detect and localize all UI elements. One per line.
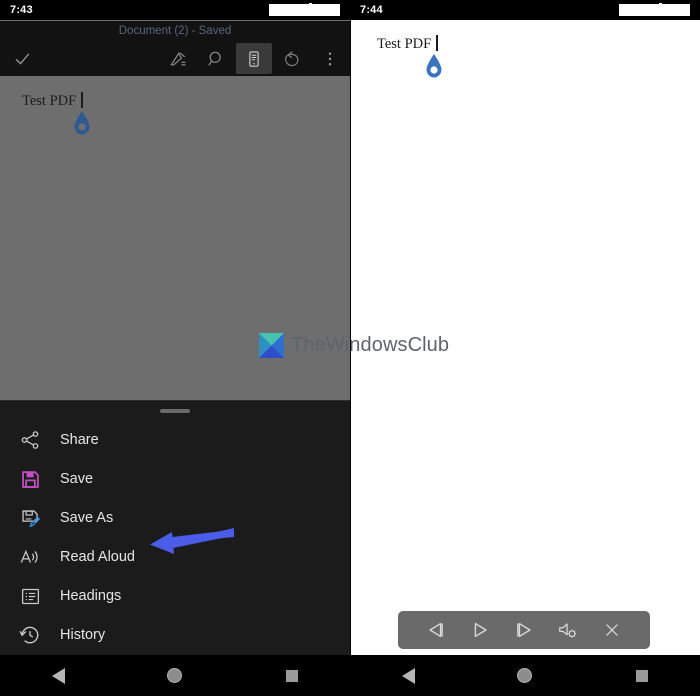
menu-item-share[interactable]: Share bbox=[0, 421, 350, 460]
mobile-view-icon bbox=[249, 50, 259, 67]
more-options-icon bbox=[328, 52, 332, 65]
right-document-text[interactable]: Test PDF bbox=[377, 35, 438, 53]
left-document-text[interactable]: Test PDF bbox=[22, 92, 83, 110]
panel-divider bbox=[350, 0, 351, 696]
nav-home-button[interactable] bbox=[490, 655, 560, 696]
share-icon bbox=[8, 421, 52, 460]
left-status-indicators: LTE 66% bbox=[268, 2, 340, 16]
check-icon bbox=[15, 53, 29, 65]
right-phone-panel: 7:44 LTE 66% Test PDF bbox=[350, 0, 700, 696]
battery-icon bbox=[306, 2, 314, 16]
menu-item-headings[interactable]: Headings bbox=[0, 577, 350, 616]
menu-item-label: History bbox=[60, 627, 106, 643]
text-caret-icon bbox=[81, 92, 83, 108]
save-as-icon bbox=[8, 499, 52, 538]
left-phone-panel: 7:43 LTE 66% Document (2) - Saved Test P… bbox=[0, 0, 350, 696]
text-selection-handle-icon[interactable] bbox=[424, 53, 444, 79]
close-button[interactable] bbox=[595, 613, 629, 647]
menu-item-label: Save bbox=[60, 471, 94, 487]
menu-item-label: Headings bbox=[60, 588, 122, 604]
right-android-nav-bar bbox=[350, 655, 700, 696]
recents-square-icon bbox=[285, 669, 298, 682]
confirm-check-button[interactable] bbox=[0, 49, 44, 68]
voice-settings-button[interactable] bbox=[551, 613, 585, 647]
left-status-bar: 7:43 LTE 66% bbox=[0, 0, 350, 20]
right-document-text-value: Test PDF bbox=[377, 36, 432, 52]
save-icon bbox=[8, 460, 52, 499]
text-selection-handle-icon[interactable] bbox=[72, 110, 92, 136]
menu-item-label: Read Aloud bbox=[60, 549, 135, 565]
right-status-bar: 7:44 LTE 66% bbox=[350, 0, 700, 20]
menu-item-label: Save As bbox=[60, 510, 114, 526]
app-title-bar: Document (2) - Saved bbox=[0, 21, 350, 41]
menu-item-label: Share bbox=[60, 432, 99, 448]
right-status-indicators: LTE 66% bbox=[618, 2, 690, 16]
back-triangle-icon bbox=[401, 667, 415, 684]
previous-button[interactable] bbox=[419, 613, 453, 647]
read-aloud-control-bar bbox=[398, 611, 650, 649]
play-button[interactable] bbox=[463, 613, 497, 647]
close-icon bbox=[606, 624, 618, 636]
right-document-canvas[interactable]: Test PDF bbox=[350, 20, 700, 696]
headings-icon bbox=[8, 577, 52, 616]
ink-pen-button[interactable] bbox=[160, 43, 196, 74]
menu-item-read-aloud[interactable]: Read Aloud bbox=[0, 538, 350, 577]
nav-back-button[interactable] bbox=[373, 655, 443, 696]
drag-handle-icon[interactable] bbox=[160, 409, 190, 413]
nav-recents-button[interactable] bbox=[607, 655, 677, 696]
search-icon bbox=[208, 51, 221, 66]
back-triangle-icon bbox=[51, 667, 65, 684]
menu-item-history[interactable]: History bbox=[0, 616, 350, 655]
home-circle-icon bbox=[167, 668, 183, 683]
left-battery-percent: 66% bbox=[317, 4, 340, 16]
signal-triangle-icon bbox=[643, 5, 653, 15]
home-circle-icon bbox=[517, 668, 533, 683]
text-caret-icon bbox=[436, 35, 438, 51]
play-icon bbox=[474, 622, 487, 638]
options-menu: Share Save Save As Read Aloud Headings H… bbox=[0, 421, 350, 694]
skip-next-icon bbox=[517, 622, 531, 638]
left-network-label: LTE bbox=[268, 4, 290, 16]
signal-triangle-icon bbox=[293, 5, 303, 15]
search-button[interactable] bbox=[198, 43, 234, 74]
options-bottom-sheet: Share Save Save As Read Aloud Headings H… bbox=[0, 400, 350, 696]
right-status-time: 7:44 bbox=[360, 4, 383, 16]
nav-home-button[interactable] bbox=[140, 655, 210, 696]
menu-item-save-as[interactable]: Save As bbox=[0, 499, 350, 538]
undo-icon bbox=[284, 50, 299, 66]
left-status-time: 7:43 bbox=[10, 4, 33, 16]
page-title: Document (2) - Saved bbox=[118, 25, 232, 37]
battery-icon bbox=[656, 2, 664, 16]
read-aloud-icon bbox=[8, 538, 52, 577]
ink-pen-icon bbox=[170, 51, 186, 65]
undo-button[interactable] bbox=[274, 43, 310, 74]
nav-back-button[interactable] bbox=[23, 655, 93, 696]
skip-previous-icon bbox=[429, 622, 443, 638]
recents-square-icon bbox=[635, 669, 648, 682]
next-button[interactable] bbox=[507, 613, 541, 647]
menu-item-save[interactable]: Save bbox=[0, 460, 350, 499]
mobile-view-button[interactable] bbox=[236, 43, 272, 74]
more-options-button[interactable] bbox=[312, 43, 348, 74]
right-network-label: LTE bbox=[618, 4, 640, 16]
speaker-settings-icon bbox=[559, 623, 577, 638]
nav-recents-button[interactable] bbox=[257, 655, 327, 696]
screenshot-root: 7:43 LTE 66% Document (2) - Saved Test P… bbox=[0, 0, 700, 696]
left-document-text-value: Test PDF bbox=[22, 93, 77, 109]
app-toolbar bbox=[0, 41, 350, 76]
left-android-nav-bar bbox=[0, 655, 350, 696]
right-battery-percent: 66% bbox=[667, 4, 690, 16]
history-icon bbox=[8, 616, 52, 655]
